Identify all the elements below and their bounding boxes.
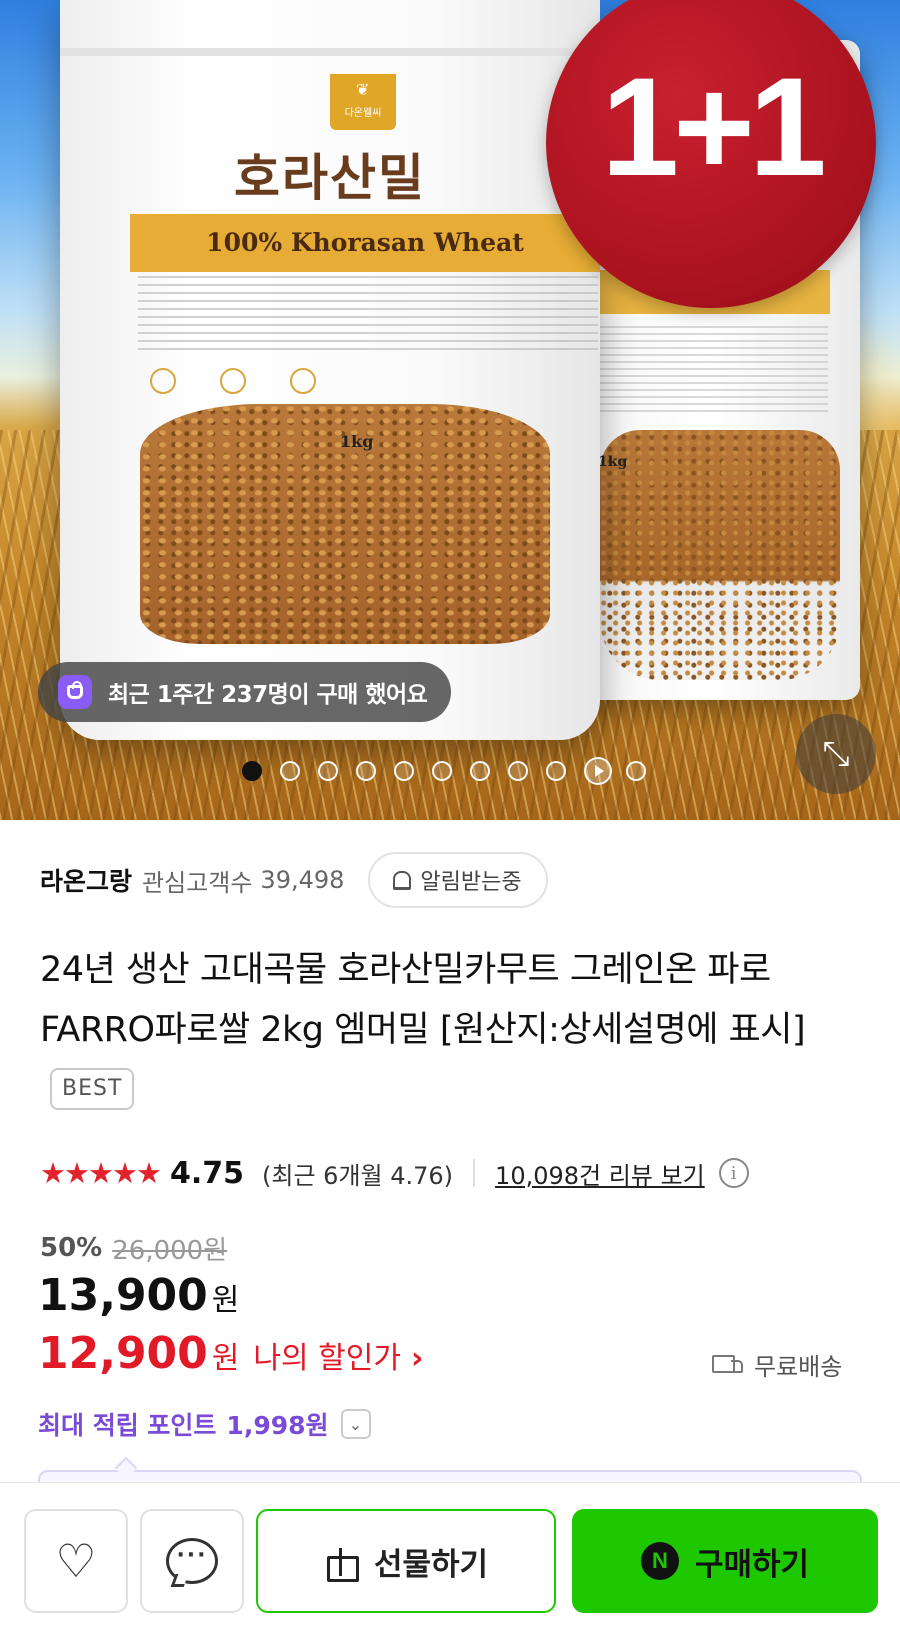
- product-title: 24년 생산 고대곡물 호라산밀카무트 그레인온 파로 FARRO파로쌀 2kg…: [40, 940, 860, 1120]
- bag-back-weight: 1kg: [598, 454, 628, 470]
- wishlist-button[interactable]: ♡: [24, 1509, 128, 1613]
- free-shipping: 무료배송: [712, 1344, 842, 1384]
- divider: [473, 1159, 476, 1187]
- play-icon: [595, 765, 604, 777]
- sale-price-unit: 원: [211, 1283, 240, 1318]
- product-bag-front: ❦ 다온웰씨 호라산밀 100% Khorasan Wheat 1kg: [60, 0, 600, 740]
- my-price-label: 나의 할인가: [253, 1341, 401, 1376]
- buy-label: 구매하기: [694, 1546, 810, 1583]
- bag-feature-icons: [150, 368, 570, 402]
- heart-icon: ♡: [55, 1534, 97, 1588]
- bottom-action-bar: ♡ ··· 선물하기 N 구매하기: [0, 1482, 900, 1634]
- truck-icon: [712, 1353, 744, 1375]
- followers-label: 관심고객수: [142, 868, 253, 897]
- points-value: 1,998원: [226, 1411, 329, 1440]
- discount-rate: 50%: [40, 1233, 103, 1263]
- carousel-indicator: [242, 757, 664, 785]
- sale-price-value: 13,900: [38, 1270, 208, 1321]
- notify-button[interactable]: 알림받는중: [368, 852, 548, 908]
- product-image-carousel[interactable]: 1kg ❦ 다온웰씨 호라산밀 100% Khorasan Wheat 1kg …: [0, 0, 900, 820]
- discount-row: 50% 26,000원: [40, 1228, 227, 1268]
- carousel-dot[interactable]: [394, 761, 414, 781]
- brand-logo-text: 다온웰씨: [344, 108, 382, 119]
- carousel-dot[interactable]: [546, 761, 566, 781]
- sale-price: 13,900 원: [38, 1270, 239, 1330]
- product-title-text: 24년 생산 고대곡물 호라산밀카무트 그레인온 파로 FARRO파로쌀 2kg…: [40, 950, 806, 1050]
- carousel-dot[interactable]: [356, 761, 376, 781]
- notify-label: 알림받는중: [420, 870, 522, 895]
- free-shipping-label: 무료배송: [754, 1352, 843, 1381]
- carousel-video-dot[interactable]: [584, 757, 612, 785]
- points-row[interactable]: 최대 적립 포인트 1,998원 ⌄: [38, 1402, 371, 1446]
- buy-button[interactable]: N 구매하기: [572, 1509, 878, 1613]
- leaf-icon: ❦: [356, 80, 370, 99]
- bag-band-text: 100% Khorasan Wheat: [206, 228, 524, 257]
- chevron-right-icon: ›: [410, 1341, 424, 1376]
- store-name[interactable]: 라온그랑: [40, 862, 132, 898]
- original-price: 26,000원: [112, 1235, 228, 1266]
- carousel-dot[interactable]: [318, 761, 338, 781]
- gift-button[interactable]: 선물하기: [256, 1509, 556, 1613]
- gift-icon: [324, 1544, 359, 1582]
- my-price-unit: 원: [211, 1341, 240, 1376]
- rating-value: 4.75: [170, 1155, 245, 1191]
- recent-rating: (최근 6개월 4.76): [262, 1161, 454, 1190]
- points-label: 최대 적립 포인트: [38, 1411, 217, 1440]
- chevron-down-icon[interactable]: ⌄: [340, 1409, 371, 1439]
- my-price-value: 12,900: [38, 1328, 208, 1379]
- recent-purchase-text: 최근 1주간 237명이 구매 했어요: [108, 682, 428, 708]
- carousel-dot[interactable]: [432, 761, 452, 781]
- carousel-dot[interactable]: [242, 761, 262, 781]
- star-rating-icon: ★★★★★: [40, 1156, 162, 1190]
- rating-row: ★★★★★ 4.75 (최근 6개월 4.76) 10,098건 리뷰 보기 i: [40, 1148, 870, 1198]
- bag-info-text: [138, 276, 598, 356]
- expand-icon[interactable]: ⤡: [796, 714, 876, 794]
- best-badge: BEST: [50, 1068, 135, 1110]
- gift-label: 선물하기: [373, 1546, 489, 1583]
- carousel-dot[interactable]: [280, 761, 300, 781]
- recent-purchase-pill: 최근 1주간 237명이 구매 했어요: [38, 662, 452, 722]
- info-icon[interactable]: i: [718, 1158, 749, 1188]
- review-link[interactable]: 10,098건 리뷰 보기: [495, 1156, 705, 1191]
- bag-weight: 1kg: [340, 432, 374, 451]
- promo-badge-text: 1+1: [601, 48, 826, 205]
- carousel-dot[interactable]: [508, 761, 528, 781]
- store-row: 라온그랑 관심고객수 39,498 알림받는중: [40, 850, 860, 910]
- chat-bubble-icon: ···: [166, 1538, 218, 1584]
- shopping-bag-icon: [58, 675, 92, 709]
- carousel-dot[interactable]: [626, 761, 646, 781]
- carousel-dot[interactable]: [470, 761, 490, 781]
- bag-title: 호라산밀: [234, 149, 426, 207]
- npay-icon: N: [640, 1542, 679, 1580]
- followers-count: 39,498: [260, 866, 345, 894]
- bell-icon: [390, 869, 412, 891]
- my-discount-price[interactable]: 12,900 원 나의 할인가 ›: [38, 1328, 423, 1388]
- talk-button[interactable]: ···: [140, 1509, 244, 1613]
